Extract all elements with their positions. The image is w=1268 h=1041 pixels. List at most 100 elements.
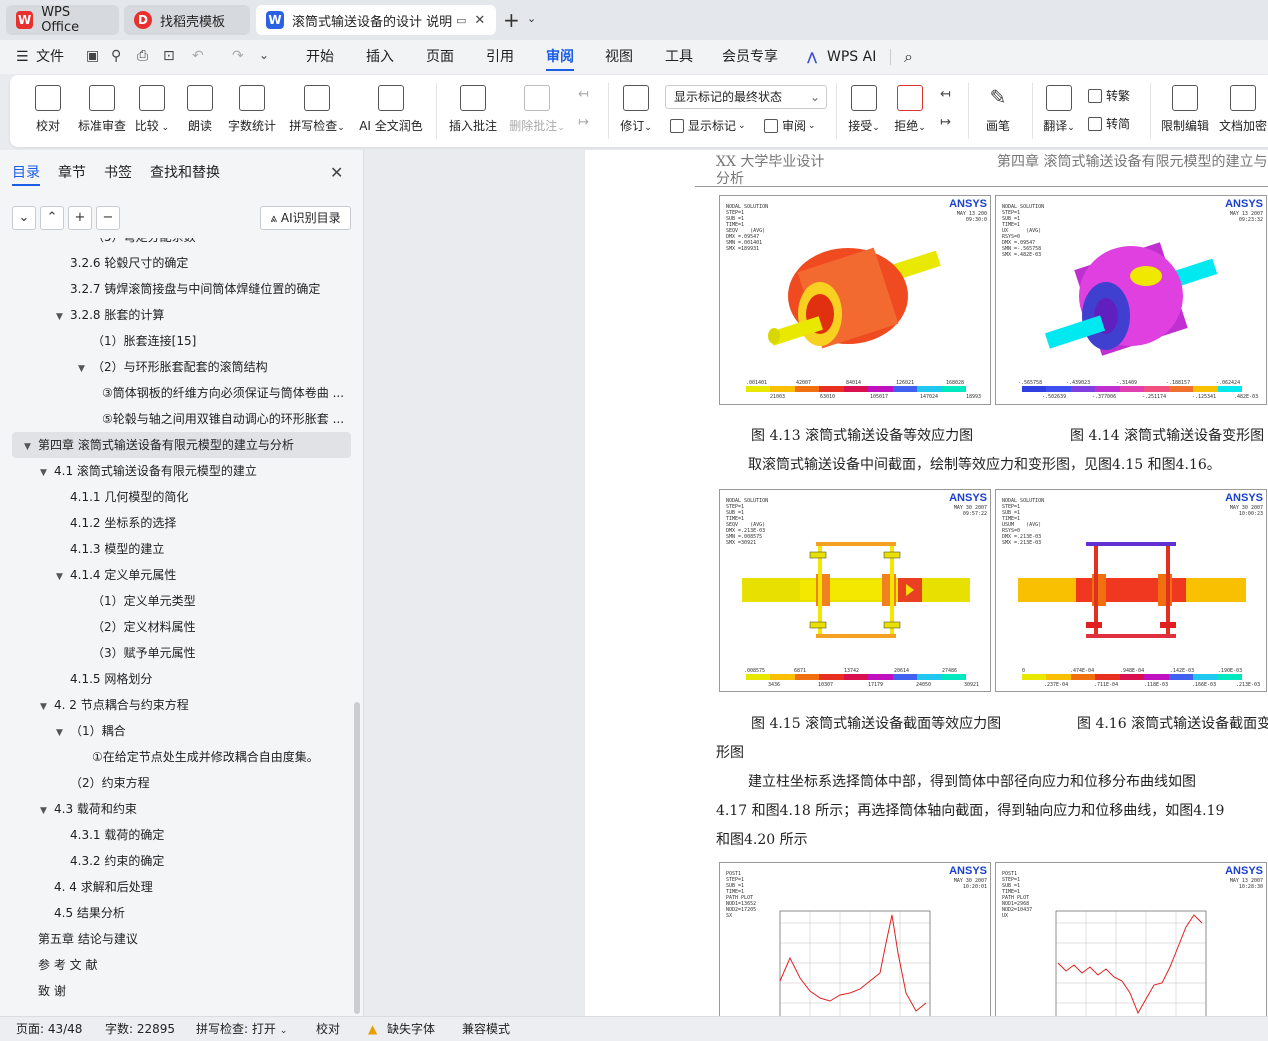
- toc-item[interactable]: ⑤轮毂与轴之间用双锥自动调心的环形胀套 ...: [0, 406, 352, 432]
- reject-button[interactable]: 拒绝⌄: [890, 81, 930, 143]
- print-icon[interactable]: ⎙: [137, 48, 148, 64]
- toc-item[interactable]: 4.1.5 网格划分: [0, 666, 352, 692]
- insert-comment-button[interactable]: 插入批注: [446, 81, 500, 143]
- toc-item[interactable]: 4.1.2 坐标系的选择: [0, 510, 352, 536]
- proofread-button[interactable]: 校对: [28, 81, 68, 143]
- toc-item[interactable]: ③筒体钢板的纤维方向必须保证与筒体卷曲 ...: [0, 380, 352, 406]
- menu-view[interactable]: 视图: [605, 40, 633, 74]
- expand-triangle-icon[interactable]: ▼: [56, 564, 66, 590]
- status-missing-font[interactable]: 缺失字体: [387, 1017, 435, 1041]
- pen-button[interactable]: ✎ 画笔: [980, 81, 1016, 143]
- expand-triangle-icon[interactable]: ▼: [40, 798, 50, 824]
- tab-document[interactable]: W 滚筒式输送设备的设计 说明书 ▭ ✕: [256, 5, 496, 35]
- tab-docer[interactable]: D 找稻壳模板: [124, 5, 250, 35]
- menu-tools[interactable]: 工具: [665, 40, 693, 74]
- toc-item[interactable]: 4.1.1 几何模型的简化: [0, 484, 352, 510]
- new-tab-icon[interactable]: +: [503, 8, 520, 32]
- expand-up-button[interactable]: ⌃: [40, 206, 64, 230]
- menu-member[interactable]: 会员专享: [722, 40, 778, 74]
- show-markup-button[interactable]: 显示标记 ⌄: [670, 115, 746, 137]
- menu-page[interactable]: 页面: [426, 40, 454, 74]
- restrict-editing-button[interactable]: 限制编辑: [1158, 81, 1212, 143]
- save-icon[interactable]: ▣: [86, 48, 99, 64]
- tab-wps-office[interactable]: W WPS Office: [6, 5, 119, 35]
- toc-item[interactable]: （1）胀套连接[15]: [0, 328, 352, 354]
- search-icon[interactable]: ⌕: [904, 47, 913, 67]
- expand-triangle-icon[interactable]: ▼: [40, 460, 50, 486]
- toc-item[interactable]: 4.3.2 约束的确定: [0, 848, 352, 874]
- to-traditional-button[interactable]: 转繁: [1088, 85, 1130, 107]
- toc-item[interactable]: ▼ 4.1 滚筒式输送设备有限元模型的建立: [0, 458, 352, 484]
- standard-review-button[interactable]: 标准审查: [72, 81, 132, 143]
- translate-button[interactable]: 翻译⌄: [1040, 81, 1078, 143]
- status-spell-check[interactable]: 拼写检查: 打开 ⌄: [196, 1017, 287, 1041]
- menu-insert[interactable]: 插入: [366, 40, 394, 74]
- compare-button[interactable]: 比较 ⌄: [134, 81, 170, 143]
- toc-item[interactable]: ▼ 3.2.8 胀套的计算: [0, 302, 352, 328]
- review-pane-button[interactable]: 审阅 ⌄: [764, 115, 816, 137]
- share-icon[interactable]: ⚲: [111, 48, 121, 64]
- markup-mode-select[interactable]: 显示标记的最终状态 ⌄: [665, 85, 827, 109]
- toc-item[interactable]: 3.2.6 轮毂尺寸的确定: [0, 250, 352, 276]
- quick-access-chevron-icon[interactable]: ⌄: [259, 48, 269, 62]
- nav-tab-chapters[interactable]: 章节: [58, 162, 86, 182]
- toc-item[interactable]: （1）定义单元类型: [0, 588, 352, 614]
- collapse-down-button[interactable]: ⌄: [12, 206, 36, 230]
- toc-item[interactable]: 4.3.1 载荷的确定: [0, 822, 352, 848]
- toc-item[interactable]: ▼ 4.1.4 定义单元属性: [0, 562, 352, 588]
- toc-item[interactable]: ▼ （2）与环形胀套配套的滚筒结构: [0, 354, 352, 380]
- expand-triangle-icon[interactable]: ▼: [78, 356, 88, 382]
- expand-triangle-icon[interactable]: ▼: [56, 304, 66, 330]
- ai-toc-button[interactable]: ⩓ AI识别目录: [260, 206, 351, 230]
- delete-comment-button[interactable]: 删除批注⌄: [506, 81, 568, 143]
- toc-item[interactable]: 参 考 文 献: [0, 952, 352, 978]
- tab-list-chevron-icon[interactable]: ⌄: [527, 12, 536, 25]
- menu-wps-ai[interactable]: WPS AI: [827, 40, 876, 74]
- toc-item[interactable]: （3）赋予单元属性: [0, 640, 352, 666]
- document-page[interactable]: XX 大学毕业设计 分析 第四章 滚筒式输送设备有限元模型的建立与 ANSYS …: [585, 150, 1268, 1016]
- toc-item[interactable]: 第五章 结论与建议: [0, 926, 352, 952]
- spell-check-button[interactable]: 拼写检查⌄: [286, 81, 348, 143]
- ai-polish-button[interactable]: AI 全文润色: [356, 81, 426, 143]
- toc-item[interactable]: ▼ 4.3 载荷和约束: [0, 796, 352, 822]
- toc-item[interactable]: ▼ 4. 2 节点耦合与约束方程: [0, 692, 352, 718]
- toc-item[interactable]: （2）约束方程: [0, 770, 352, 796]
- nav-tab-bookmarks[interactable]: 书签: [104, 162, 132, 182]
- nav-tab-find-replace[interactable]: 查找和替换: [150, 162, 220, 182]
- hamburger-icon[interactable]: ☰: [16, 49, 29, 65]
- to-simplified-button[interactable]: 转简: [1088, 113, 1130, 135]
- window-mode-icon[interactable]: ▭: [456, 14, 466, 27]
- toc-item[interactable]: ①在给定节点处生成并修改耦合自由度集。: [0, 744, 352, 770]
- toc-item[interactable]: 3.2.7 铸焊滚筒接盘与中间筒体焊缝位置的确定: [0, 276, 352, 302]
- toc-item[interactable]: 4.1.3 模型的建立: [0, 536, 352, 562]
- track-changes-button[interactable]: 修订⌄: [616, 81, 656, 143]
- expand-triangle-icon[interactable]: ▼: [24, 434, 34, 460]
- toc-item[interactable]: （2）定义材料属性: [0, 614, 352, 640]
- encrypt-document-button[interactable]: 文档加密: [1218, 81, 1268, 143]
- read-aloud-button[interactable]: 朗读: [184, 81, 216, 143]
- print-preview-icon[interactable]: ⊡: [163, 48, 175, 64]
- previous-change-icon[interactable]: ↤: [940, 87, 951, 102]
- nav-tab-toc[interactable]: 目录: [12, 162, 40, 186]
- status-proofread[interactable]: 校对: [316, 1017, 340, 1041]
- close-icon[interactable]: ✕: [330, 163, 343, 182]
- expand-triangle-icon[interactable]: ▼: [56, 720, 66, 746]
- menu-review[interactable]: 审阅: [546, 40, 574, 74]
- toc-item[interactable]: ▼ 第四章 滚筒式输送设备有限元模型的建立与分析: [12, 432, 351, 458]
- accept-button[interactable]: 接受⌄: [844, 81, 884, 143]
- toc-item[interactable]: 致 谢: [0, 978, 352, 1004]
- expand-triangle-icon[interactable]: ▼: [40, 694, 50, 720]
- menu-file[interactable]: 文件: [36, 40, 64, 74]
- redo-icon[interactable]: ↷: [232, 48, 244, 64]
- toc-item[interactable]: 4.5 结果分析: [0, 900, 352, 926]
- close-tab-icon[interactable]: ✕: [474, 13, 485, 28]
- toc-item[interactable]: 4. 4 求解和后处理: [0, 874, 352, 900]
- add-heading-button[interactable]: +: [68, 206, 92, 230]
- undo-icon[interactable]: ↶: [192, 48, 204, 64]
- status-word-count[interactable]: 字数: 22895: [105, 1017, 175, 1041]
- previous-comment-icon[interactable]: ↤: [578, 87, 589, 102]
- next-comment-icon[interactable]: ↦: [578, 115, 589, 130]
- menu-references[interactable]: 引用: [486, 40, 514, 74]
- menu-home[interactable]: 开始: [306, 40, 334, 74]
- toc-item[interactable]: （5）弯矩分配系数: [0, 238, 352, 250]
